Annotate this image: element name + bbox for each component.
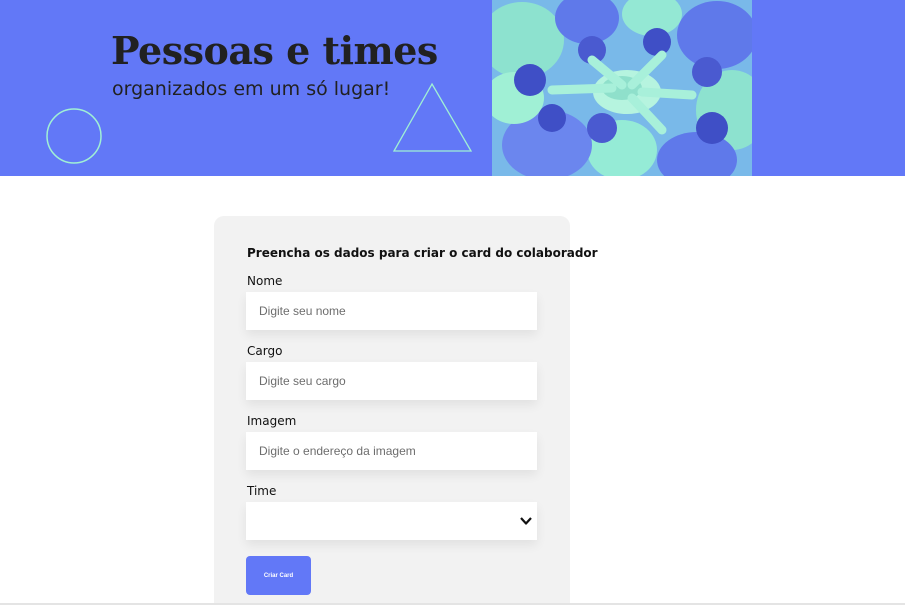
decorative-triangle-icon [392, 82, 473, 152]
header-banner: Pessoas e times organizados em um só lug… [0, 0, 905, 176]
image-url-input[interactable] [246, 432, 537, 470]
team-hands-photo [492, 0, 752, 176]
banner-title: Pessoas e times [111, 28, 438, 73]
form-heading: Preencha os dados para criar o card do c… [247, 246, 598, 260]
image-label: Imagem [247, 414, 297, 428]
decorative-circle-icon [46, 108, 102, 164]
team-select[interactable] [246, 502, 537, 540]
create-card-button[interactable]: Criar Card [246, 556, 311, 595]
name-input[interactable] [246, 292, 537, 330]
name-label: Nome [247, 274, 283, 288]
team-label: Time [247, 484, 277, 498]
chevron-down-icon [520, 517, 532, 525]
role-input[interactable] [246, 362, 537, 400]
banner-subtitle: organizados em um só lugar! [112, 78, 391, 100]
role-label: Cargo [247, 344, 283, 358]
collaborator-form: Preencha os dados para criar o card do c… [214, 216, 598, 605]
